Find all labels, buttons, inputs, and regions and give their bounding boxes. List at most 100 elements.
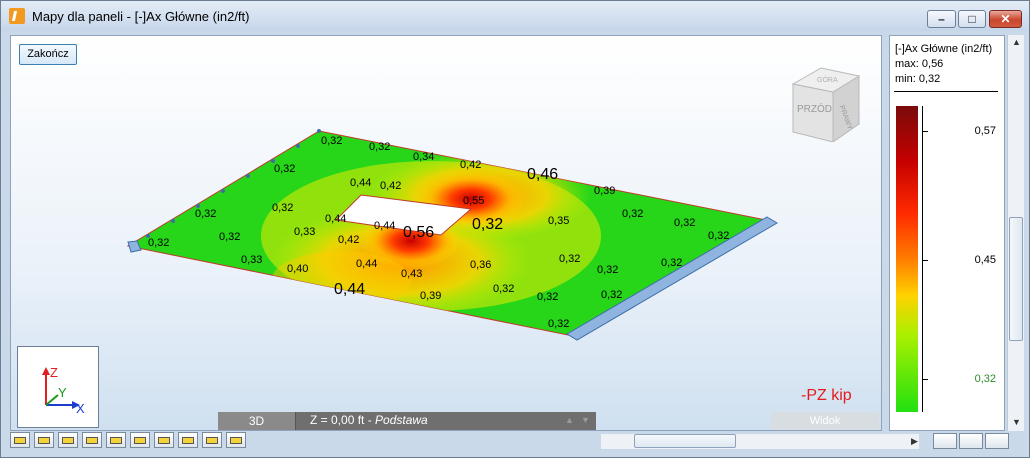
contour-value-label: 0,32 xyxy=(148,237,169,249)
axis-y-label: Y xyxy=(58,385,67,400)
view-cube-top-label: GÓRA xyxy=(817,75,838,84)
contour-value-label: 0,32 xyxy=(472,216,503,233)
contour-value-label: 0,34 xyxy=(413,151,434,163)
contour-value-label: 0,33 xyxy=(294,226,315,238)
contour-value-label: 0,55 xyxy=(463,195,484,207)
view-option-2-icon[interactable] xyxy=(959,433,983,449)
axis-x-label: X xyxy=(76,401,85,416)
axis-z-label: Z xyxy=(50,365,58,380)
level-elevation: Z = 0,00 ft - xyxy=(310,413,376,427)
level-down-icon[interactable]: ▼ xyxy=(581,415,590,425)
contour-value-label: 0,32 xyxy=(674,217,695,229)
contour-value-label: 0,44 xyxy=(334,281,365,298)
contour-value-label: 0,44 xyxy=(356,258,377,270)
level-label[interactable]: Z = 0,00 ft - Podstawa xyxy=(310,413,428,427)
view-cube[interactable]: PRZÓD PRAWY GÓRA xyxy=(781,52,871,142)
vertical-scrollbar[interactable]: ▲ ▼ xyxy=(1007,35,1024,431)
contour-value-label: 0,46 xyxy=(527,166,558,183)
legend-tick xyxy=(923,379,928,380)
contour-value-label: 0,32 xyxy=(321,135,342,147)
toolbar-select-icon[interactable] xyxy=(10,432,30,448)
legend-tick-label-max: 0,57 xyxy=(974,125,996,137)
contour-value-label: 0,32 xyxy=(272,202,293,214)
legend-tick xyxy=(923,260,928,261)
contour-value-label: 0,32 xyxy=(661,257,682,269)
close-icon: ✕ xyxy=(1000,12,1011,26)
contour-value-label: 0,43 xyxy=(401,268,422,280)
panel-contour-plot: 0,32 0,320,340,420,460,390,320,320,420,44… xyxy=(126,129,778,341)
minimize-button[interactable]: – xyxy=(927,10,956,28)
contour-value-label: 0,32 xyxy=(548,318,569,330)
contour-value-label: 0,32 xyxy=(369,141,390,153)
contour-value-label: 0,32 xyxy=(493,283,514,295)
contour-value-label: 0,44 xyxy=(350,177,371,189)
load-case-label: -PZ kip xyxy=(801,387,852,404)
window-title: Mapy dla paneli - [-]Ax Główne (in2/ft) xyxy=(32,9,250,24)
axis-indicator: Z Y X xyxy=(17,346,99,428)
level-name: Podstawa xyxy=(375,413,428,427)
horizontal-scrollbar[interactable]: ▶ xyxy=(601,434,919,449)
toolbar-support-icon[interactable] xyxy=(82,432,102,448)
view-option-1-icon[interactable] xyxy=(933,433,957,449)
contour-value-label: 0,56 xyxy=(403,224,434,241)
legend-tick xyxy=(923,131,928,132)
scroll-right-icon[interactable]: ▶ xyxy=(911,436,918,447)
toolbar-panel-icon[interactable] xyxy=(34,432,54,448)
panel-map-viewport[interactable]: Zakończ 0,32 0,32 0,34 0,42 0,46 0,39 0,… xyxy=(10,35,882,431)
contour-value-label: 0,44 xyxy=(374,220,395,232)
contour-value-label: 0,32 xyxy=(622,208,643,220)
view-option-3-icon[interactable] xyxy=(985,433,1009,449)
contour-value-label: 0,42 xyxy=(338,234,359,246)
contour-value-label: 0,42 xyxy=(460,159,481,171)
contour-value-label: 0,44 xyxy=(325,213,346,225)
contour-value-label: 0,32 xyxy=(274,163,295,175)
contour-value-label: 0,39 xyxy=(594,185,615,197)
toolbar-table-icon[interactable] xyxy=(226,432,246,448)
contour-value-label: 0,32 xyxy=(195,208,216,220)
contour-value-label: 0,40 xyxy=(287,263,308,275)
legend-divider xyxy=(894,91,998,92)
toolbar-slab-icon[interactable] xyxy=(154,432,174,448)
app-logo-icon xyxy=(9,8,25,24)
axis-triad-icon: Z Y X xyxy=(42,365,85,416)
toolbar-load-icon[interactable] xyxy=(106,432,126,448)
vertical-scroll-thumb[interactable] xyxy=(1009,217,1023,341)
toolbar-mesh-icon[interactable] xyxy=(58,432,78,448)
level-up-icon[interactable]: ▲ xyxy=(565,415,574,425)
maximize-button[interactable]: □ xyxy=(958,10,986,28)
contour-value-label: 0,32 xyxy=(559,253,580,265)
contour-value-label: 0,35 xyxy=(548,215,569,227)
legend-panel: [-]Ax Główne (in2/ft) max: 0,56 min: 0,3… xyxy=(889,35,1005,431)
maximize-icon: □ xyxy=(968,12,976,26)
legend-colorbar xyxy=(896,106,918,412)
view-cube-front-label: PRZÓD xyxy=(797,102,832,115)
contour-value-label: 0,39 xyxy=(420,290,441,302)
legend-tick-label-mid: 0,45 xyxy=(974,254,996,266)
legend-tick-label-min: 0,32 xyxy=(974,373,996,385)
title-bar[interactable]: Mapy dla paneli - [-]Ax Główne (in2/ft) … xyxy=(1,1,1029,31)
legend-max: max: 0,56 xyxy=(895,58,944,70)
toolbar-dimension-icon[interactable] xyxy=(130,432,150,448)
contour-value-label: 0,32 xyxy=(219,231,240,243)
view-button[interactable]: Widok xyxy=(771,412,879,430)
scroll-up-icon[interactable]: ▲ xyxy=(1012,37,1021,47)
contour-value-label: 0,32 xyxy=(597,264,618,276)
legend-title: [-]Ax Główne (in2/ft) xyxy=(895,43,993,55)
horizontal-scroll-thumb[interactable] xyxy=(634,434,736,448)
contour-value-label: 0,33 xyxy=(241,254,262,266)
legend-min: min: 0,32 xyxy=(895,73,941,85)
contour-value-label: 0,32 xyxy=(601,289,622,301)
contour-value-label: 0,42 xyxy=(380,180,401,192)
toolbar-fill-icon[interactable] xyxy=(178,432,198,448)
contour-value-label: 0,32 xyxy=(708,230,729,242)
toolbar-values-icon[interactable] xyxy=(202,432,222,448)
legend-scale-line xyxy=(922,106,923,412)
minimize-icon: – xyxy=(938,12,945,26)
map-window: Mapy dla paneli - [-]Ax Główne (in2/ft) … xyxy=(0,0,1030,458)
close-button[interactable]: ✕ xyxy=(989,10,1022,28)
view-mode-3d-button[interactable]: 3D xyxy=(218,412,296,430)
view-level-bar[interactable]: 3D Z = 0,00 ft - Podstawa ▲ ▼ xyxy=(218,412,596,430)
contour-value-label: 0,32 xyxy=(537,291,558,303)
scroll-down-icon[interactable]: ▼ xyxy=(1012,417,1021,427)
contour-value-label: 0,36 xyxy=(470,259,491,271)
